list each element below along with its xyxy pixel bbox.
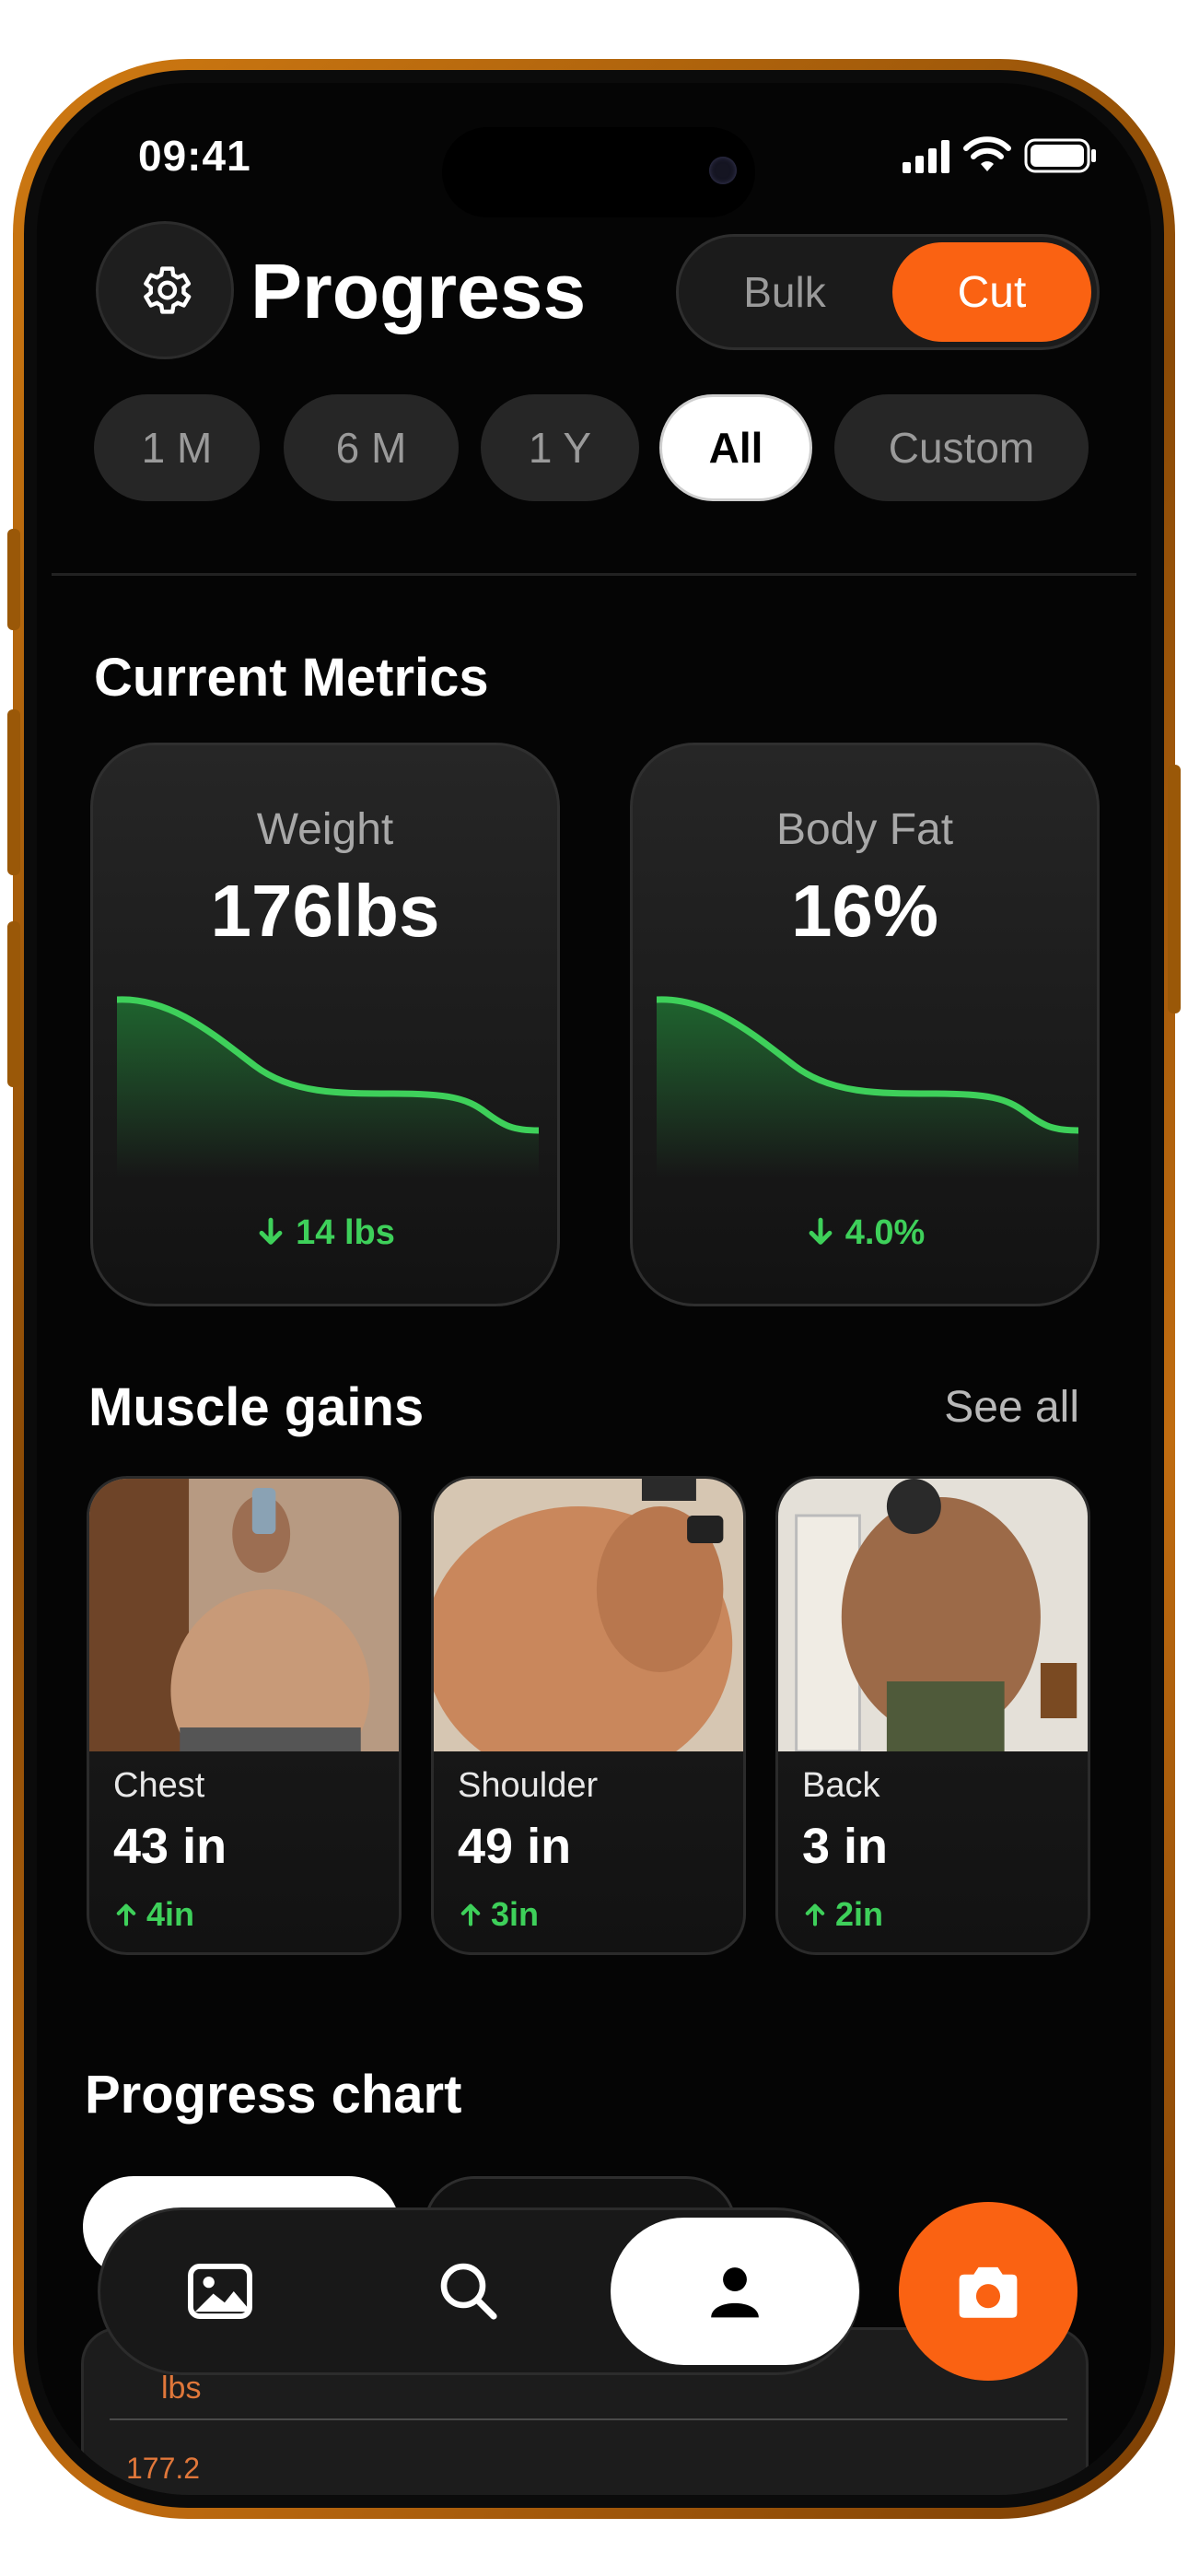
front-camera [709, 157, 737, 184]
arrow-down-icon [259, 1217, 283, 1245]
muscle-delta-value: 2in [835, 1895, 884, 1933]
chart-gridline [110, 2418, 1067, 2420]
chart-unit-label: lbs [161, 2371, 202, 2406]
body-fat-metric-card[interactable]: Body Fat 16% 4.0% [630, 743, 1100, 1306]
arrow-up-icon [116, 1903, 136, 1926]
muscle-delta-value: 3in [491, 1895, 540, 1933]
muscle-value: 3 in [802, 1819, 889, 1874]
volume-down-button [7, 921, 20, 1087]
search-icon [440, 2263, 497, 2320]
muscle-delta: 4in [113, 1895, 194, 1934]
dynamic-island [442, 127, 755, 217]
body-fat-trend-sparkline [657, 996, 1078, 1177]
muscle-card-chest[interactable]: Chest 43 in 4in [87, 1476, 402, 1955]
muscle-label: Shoulder [458, 1766, 599, 1805]
metric-label: Body Fat [775, 805, 954, 854]
nav-gallery-button[interactable] [156, 2210, 285, 2372]
nav-search-button[interactable] [404, 2210, 533, 2372]
metric-value: 16% [790, 870, 939, 952]
weight-trend-sparkline [117, 996, 539, 1177]
mode-toggle: Bulk Cut [676, 234, 1100, 350]
gallery-icon [188, 2263, 252, 2320]
metric-delta: 4.0% [633, 1213, 1097, 1253]
metric-delta-value: 4.0% [844, 1213, 926, 1252]
nav-profile-button[interactable] [611, 2218, 859, 2365]
chart-tick-label: 177.2 [126, 2452, 201, 2485]
muscle-card-back[interactable]: Back 3 in 2in [775, 1476, 1090, 1955]
muscle-label: Back [802, 1766, 880, 1805]
see-all-link[interactable]: See all [944, 1382, 1079, 1433]
metric-delta-value: 14 lbs [296, 1213, 395, 1252]
muscle-delta: 2in [802, 1895, 883, 1934]
arrow-down-icon [809, 1217, 833, 1245]
muscle-label: Chest [113, 1766, 205, 1805]
profile-icon [711, 2267, 759, 2318]
metric-delta: 14 lbs [93, 1213, 557, 1253]
bottom-nav [98, 2207, 860, 2375]
camera-icon [959, 2266, 1018, 2318]
settings-button[interactable] [96, 221, 234, 359]
range-chip-all[interactable]: All [659, 394, 812, 501]
muscle-delta: 3in [458, 1895, 539, 1934]
mode-bulk-option[interactable]: Bulk [706, 237, 863, 347]
range-chip-1m[interactable]: 1 M [94, 394, 260, 501]
camera-button[interactable] [899, 2202, 1077, 2381]
range-chip-custom[interactable]: Custom [834, 394, 1089, 501]
action-button [7, 529, 20, 630]
cellular-signal-icon [903, 140, 949, 173]
progress-chart-title: Progress chart [85, 2065, 462, 2125]
range-chip-6m[interactable]: 6 M [284, 394, 459, 501]
range-chip-1y[interactable]: 1 Y [481, 394, 639, 501]
gear-icon [144, 266, 192, 314]
shoulder-progress-photo [434, 1479, 743, 1751]
muscle-gains-title: Muscle gains [88, 1377, 425, 1437]
page-title: Progress [250, 248, 587, 334]
wifi-icon [963, 136, 1011, 171]
header-divider [52, 573, 1136, 576]
back-progress-photo [778, 1479, 1088, 1751]
metric-label: Weight [256, 805, 394, 854]
mode-cut-option[interactable]: Cut [892, 242, 1091, 342]
muscle-value: 49 in [458, 1819, 572, 1874]
battery-icon [1024, 138, 1096, 173]
screen: 09:41 Progress Bulk Cut 1 M 6 M 1 Y All … [37, 83, 1151, 2495]
muscle-card-shoulder[interactable]: Shoulder 49 in 3in [431, 1476, 746, 1955]
arrow-up-icon [460, 1903, 481, 1926]
weight-metric-card[interactable]: Weight 176lbs 14 lbs [90, 743, 560, 1306]
chest-progress-photo [89, 1479, 399, 1751]
arrow-up-icon [805, 1903, 825, 1926]
metric-value: 176lbs [210, 870, 440, 952]
volume-up-button [7, 709, 20, 875]
power-button [1168, 765, 1181, 1013]
muscle-value: 43 in [113, 1819, 227, 1874]
current-metrics-title: Current Metrics [94, 648, 489, 708]
muscle-delta-value: 4in [146, 1895, 195, 1933]
status-time: 09:41 [138, 132, 251, 180]
